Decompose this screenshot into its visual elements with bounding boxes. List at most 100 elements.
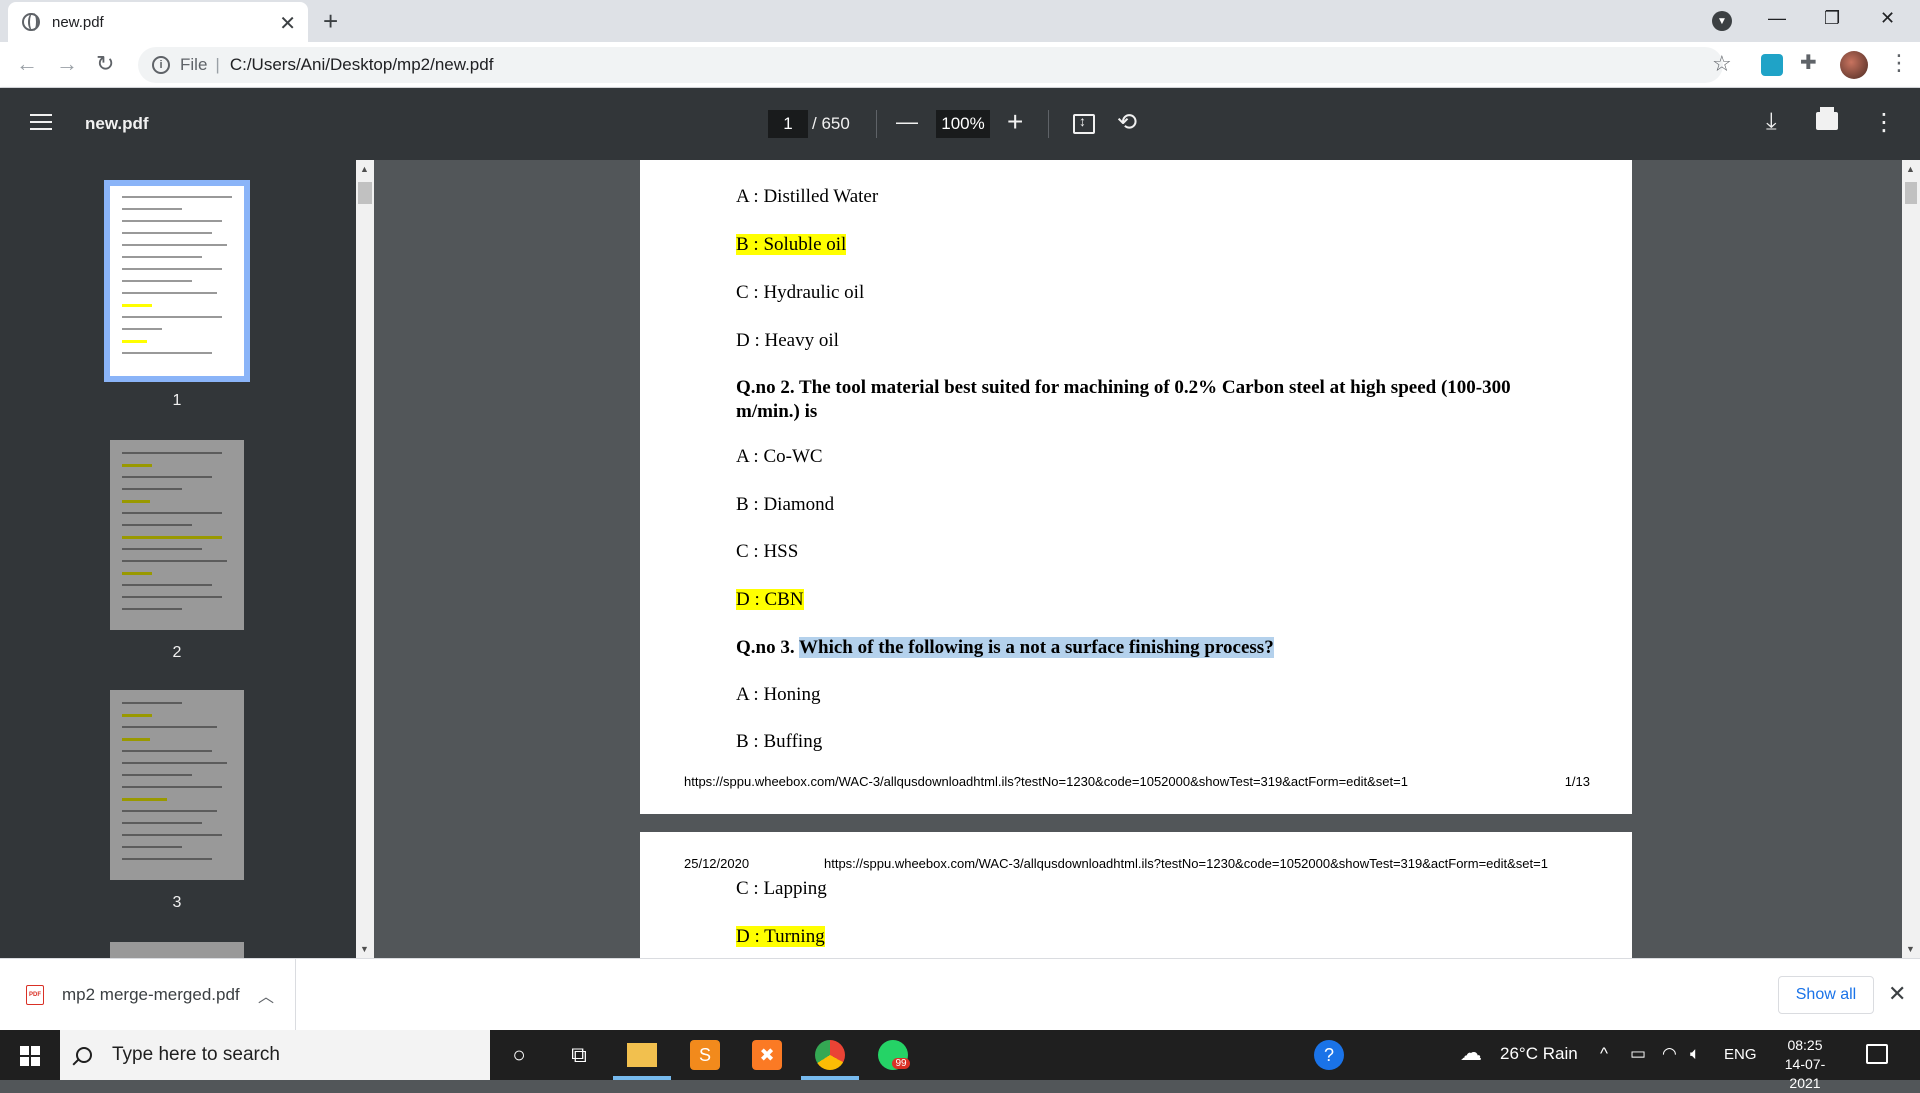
show-all-button[interactable]: Show all	[1778, 976, 1874, 1014]
browser-tab[interactable]: new.pdf ✕	[8, 2, 308, 42]
active-indicator	[801, 1076, 859, 1080]
download-item[interactable]: PDF mp2 merge-merged.pdf ︿	[0, 959, 296, 1031]
clock-date: 14-07-2021	[1784, 1056, 1826, 1091]
tab-close-icon[interactable]: ✕	[279, 11, 296, 36]
thumbnail-page-2[interactable]	[110, 440, 244, 630]
tab-title: new.pdf	[52, 13, 104, 31]
maximize-button[interactable]: ❐	[1824, 8, 1840, 29]
url-text: C:/Users/Ani/Desktop/mp2/new.pdf	[229, 55, 494, 74]
pdf-viewer[interactable]: A : Distilled Water B : Soluble oil C : …	[374, 160, 1902, 958]
thumbnail-page-3[interactable]	[110, 690, 244, 880]
taskbar-search-input[interactable]: Type here to search	[60, 1030, 490, 1080]
page-header-date: 25/12/2020	[684, 856, 750, 871]
question-text: Q.no 3. Which of the following is a not …	[736, 637, 1274, 658]
url-scheme: File	[180, 55, 208, 74]
answer-option-highlighted: D : CBN	[736, 589, 804, 610]
sublime-text-icon[interactable]: S	[690, 1040, 720, 1070]
download-icon[interactable]: ⤓	[1766, 108, 1777, 136]
whatsapp-icon[interactable]: 99	[878, 1040, 910, 1070]
pdf-file-icon: PDF	[26, 985, 44, 1005]
file-explorer-icon[interactable]	[627, 1043, 657, 1067]
search-placeholder: Type here to search	[112, 1044, 280, 1065]
download-shelf: PDF mp2 merge-merged.pdf ︿ Show all ✕	[0, 958, 1920, 1031]
forward-arrow-icon[interactable]: →	[56, 51, 78, 77]
selected-text: Which of the following is a not a surfac…	[799, 637, 1274, 658]
weather-text[interactable]: 26°C Rain	[1500, 1044, 1578, 1064]
bookmark-star-icon[interactable]: ☆	[1712, 51, 1732, 77]
menu-icon[interactable]	[30, 114, 52, 132]
wifi-icon[interactable]: ◠	[1662, 1044, 1677, 1064]
search-icon	[76, 1047, 92, 1063]
page-footer-url: https://sppu.wheebox.com/WAC-3/allqusdow…	[684, 774, 1408, 789]
answer-option: C : Lapping	[736, 878, 827, 899]
thumbnail-label: 3	[172, 894, 182, 911]
xampp-icon[interactable]: ✖	[752, 1040, 782, 1070]
page-number-input[interactable]: 1	[768, 110, 808, 138]
battery-icon[interactable]: ▭	[1630, 1044, 1646, 1064]
document-title: new.pdf	[85, 114, 149, 133]
chevron-up-icon[interactable]: ︿	[258, 983, 274, 1007]
toolbar-divider	[876, 110, 877, 138]
minimize-button[interactable]: —	[1768, 8, 1786, 29]
back-arrow-icon[interactable]: ←	[16, 51, 38, 77]
language-indicator[interactable]: ENG	[1724, 1046, 1757, 1063]
answer-option: B : Diamond	[736, 494, 835, 515]
zoom-in-button[interactable]: +	[1007, 106, 1023, 138]
page-header-url: https://sppu.wheebox.com/WAC-3/allqusdow…	[824, 856, 1548, 871]
print-icon[interactable]	[1816, 107, 1838, 130]
sidebar-scrollbar[interactable]: ▲ ▼	[356, 160, 374, 958]
tab-search-icon[interactable]: ▼	[1712, 11, 1732, 31]
system-clock[interactable]: 08:25 14-07-2021	[1770, 1036, 1840, 1093]
clock-time: 08:25	[1787, 1037, 1823, 1053]
thumbnail-sidebar: 1 2 3	[0, 160, 356, 958]
fit-to-page-icon[interactable]	[1073, 113, 1095, 134]
thumbnail-label: 1	[172, 392, 182, 409]
browser-tab-strip: new.pdf ✕ + ▼ — ❐ ✕	[0, 0, 1920, 42]
pdf-toolbar: new.pdf 1 / 650 — 100% + ⟲ ⤓ ⋮	[0, 88, 1920, 160]
answer-option: B : Buffing	[736, 731, 823, 752]
window-close-button[interactable]: ✕	[1880, 8, 1895, 29]
info-icon[interactable]: i	[152, 56, 170, 74]
more-actions-icon[interactable]: ⋮	[1872, 108, 1896, 137]
chrome-icon[interactable]	[815, 1040, 845, 1070]
rotate-icon[interactable]: ⟲	[1117, 108, 1137, 137]
question-text: Q.no 2. The tool material best suited fo…	[736, 377, 1511, 422]
extension-icon[interactable]	[1761, 54, 1783, 76]
answer-option-highlighted: B : Soluble oil	[736, 234, 847, 255]
answer-option: A : Co-WC	[736, 446, 823, 467]
browser-menu-icon[interactable]: ⋮	[1888, 50, 1910, 76]
thumbnail-label: 2	[172, 644, 182, 661]
windows-start-icon[interactable]	[20, 1046, 40, 1066]
pdf-page-1: A : Distilled Water B : Soluble oil C : …	[640, 160, 1632, 814]
zoom-out-button[interactable]: —	[896, 106, 918, 138]
url-input[interactable]: i File | C:/Users/Ani/Desktop/mp2/new.pd…	[138, 47, 1723, 83]
answer-option: C : HSS	[736, 541, 799, 562]
windows-taskbar: Type here to search ○ ⧉ S ✖ 99 ? ☁ 26°C …	[0, 1030, 1920, 1091]
thumbnail-page-1[interactable]	[104, 180, 250, 382]
weather-icon[interactable]: ☁	[1460, 1040, 1482, 1066]
viewer-scrollbar[interactable]: ▲ ▼	[1902, 160, 1920, 958]
address-bar-row: ← → ↻ i File | C:/Users/Ani/Desktop/mp2/…	[0, 42, 1920, 88]
profile-avatar[interactable]	[1840, 51, 1868, 79]
answer-option: C : Hydraulic oil	[736, 282, 865, 303]
thumbnail-page-4[interactable]	[110, 942, 244, 958]
toolbar-divider	[1048, 110, 1049, 138]
active-indicator	[613, 1076, 671, 1080]
page-footer-number: 1/13	[1564, 774, 1590, 789]
zoom-input[interactable]: 100%	[936, 110, 990, 138]
task-view-icon[interactable]: ⧉	[564, 1040, 594, 1070]
answer-option: A : Honing	[736, 684, 821, 705]
notification-center-icon[interactable]	[1866, 1044, 1888, 1064]
puzzle-icon[interactable]: ✚	[1800, 50, 1822, 74]
pdf-page-2: 25/12/2020 https://sppu.wheebox.com/WAC-…	[640, 832, 1632, 958]
help-icon[interactable]: ?	[1314, 1040, 1344, 1070]
volume-icon[interactable]: 🔈︎	[1690, 1044, 1700, 1064]
close-shelf-icon[interactable]: ✕	[1888, 981, 1906, 1007]
new-tab-button[interactable]: +	[323, 6, 338, 37]
reload-icon[interactable]: ↻	[96, 51, 114, 77]
url-separator: |	[215, 55, 220, 74]
answer-option: D : Heavy oil	[736, 330, 839, 351]
download-filename: mp2 merge-merged.pdf	[62, 985, 240, 1004]
cortana-icon[interactable]: ○	[504, 1040, 534, 1070]
chevron-up-icon[interactable]: ^	[1600, 1044, 1608, 1064]
